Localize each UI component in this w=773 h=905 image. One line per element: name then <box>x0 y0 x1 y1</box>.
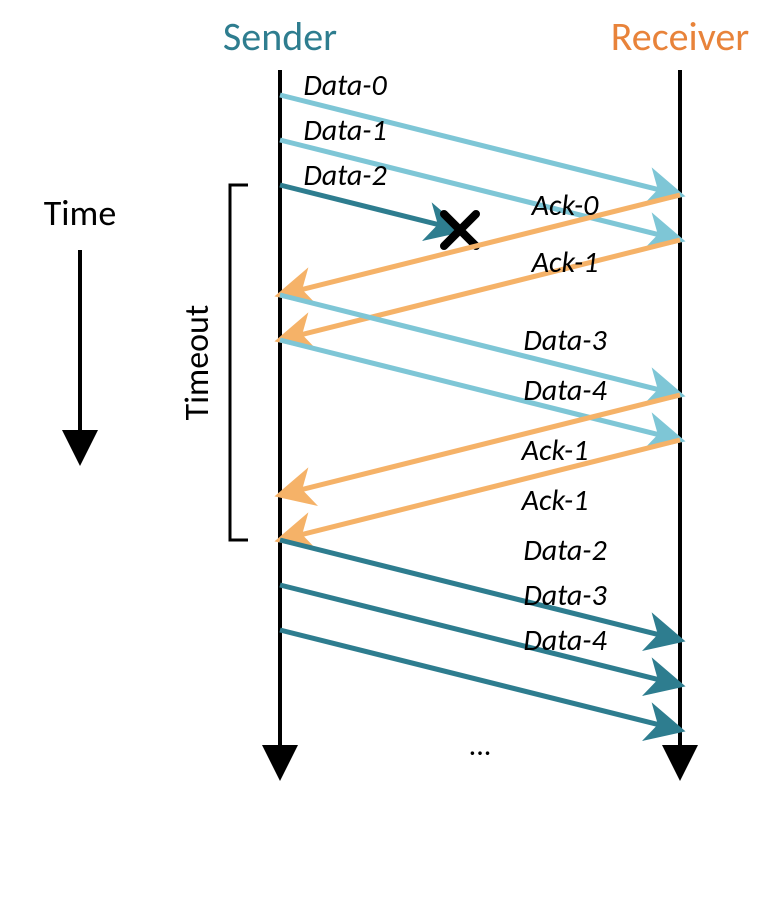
message-label-d3r: Data-3 <box>523 577 607 614</box>
message-arrow-d2r <box>280 540 680 640</box>
message-label-d0: Data-0 <box>303 67 387 104</box>
message-arrow-d4 <box>280 340 680 440</box>
receiver-header: Receiver <box>611 12 749 61</box>
message-label-a1: Ack-1 <box>531 244 599 281</box>
timeout-bracket-icon <box>230 185 248 540</box>
message-arrow-a1b <box>280 395 680 495</box>
message-arrow-d3r <box>280 585 680 685</box>
ellipsis-label: ... <box>469 727 492 764</box>
timeout-label: Timeout <box>177 305 218 421</box>
time-label: Time <box>44 191 116 235</box>
message-arrow-a1c <box>280 440 680 540</box>
go-back-n-diagram: Sender Receiver Time Timeout Data-0 Data-1 Dat… <box>0 0 773 905</box>
message-label-a0: Ack-0 <box>531 187 600 224</box>
message-arrow-d3 <box>280 295 680 395</box>
message-label-d3: Data-3 <box>523 322 607 359</box>
message-label-d4r: Data-4 <box>523 622 607 659</box>
message-label-a1c: Ack-1 <box>521 482 589 519</box>
message-label-d2r: Data-2 <box>523 532 606 569</box>
message-label-d4: Data-4 <box>523 372 607 409</box>
message-arrow-a0 <box>280 195 680 295</box>
message-label-d1: Data-1 <box>303 112 386 149</box>
message-arrow-a1 <box>280 240 680 340</box>
sender-header: Sender <box>223 12 337 61</box>
message-arrow-d4r <box>280 630 680 730</box>
packet-lost-icon <box>444 214 476 246</box>
message-label-d2: Data-2 <box>303 157 386 194</box>
